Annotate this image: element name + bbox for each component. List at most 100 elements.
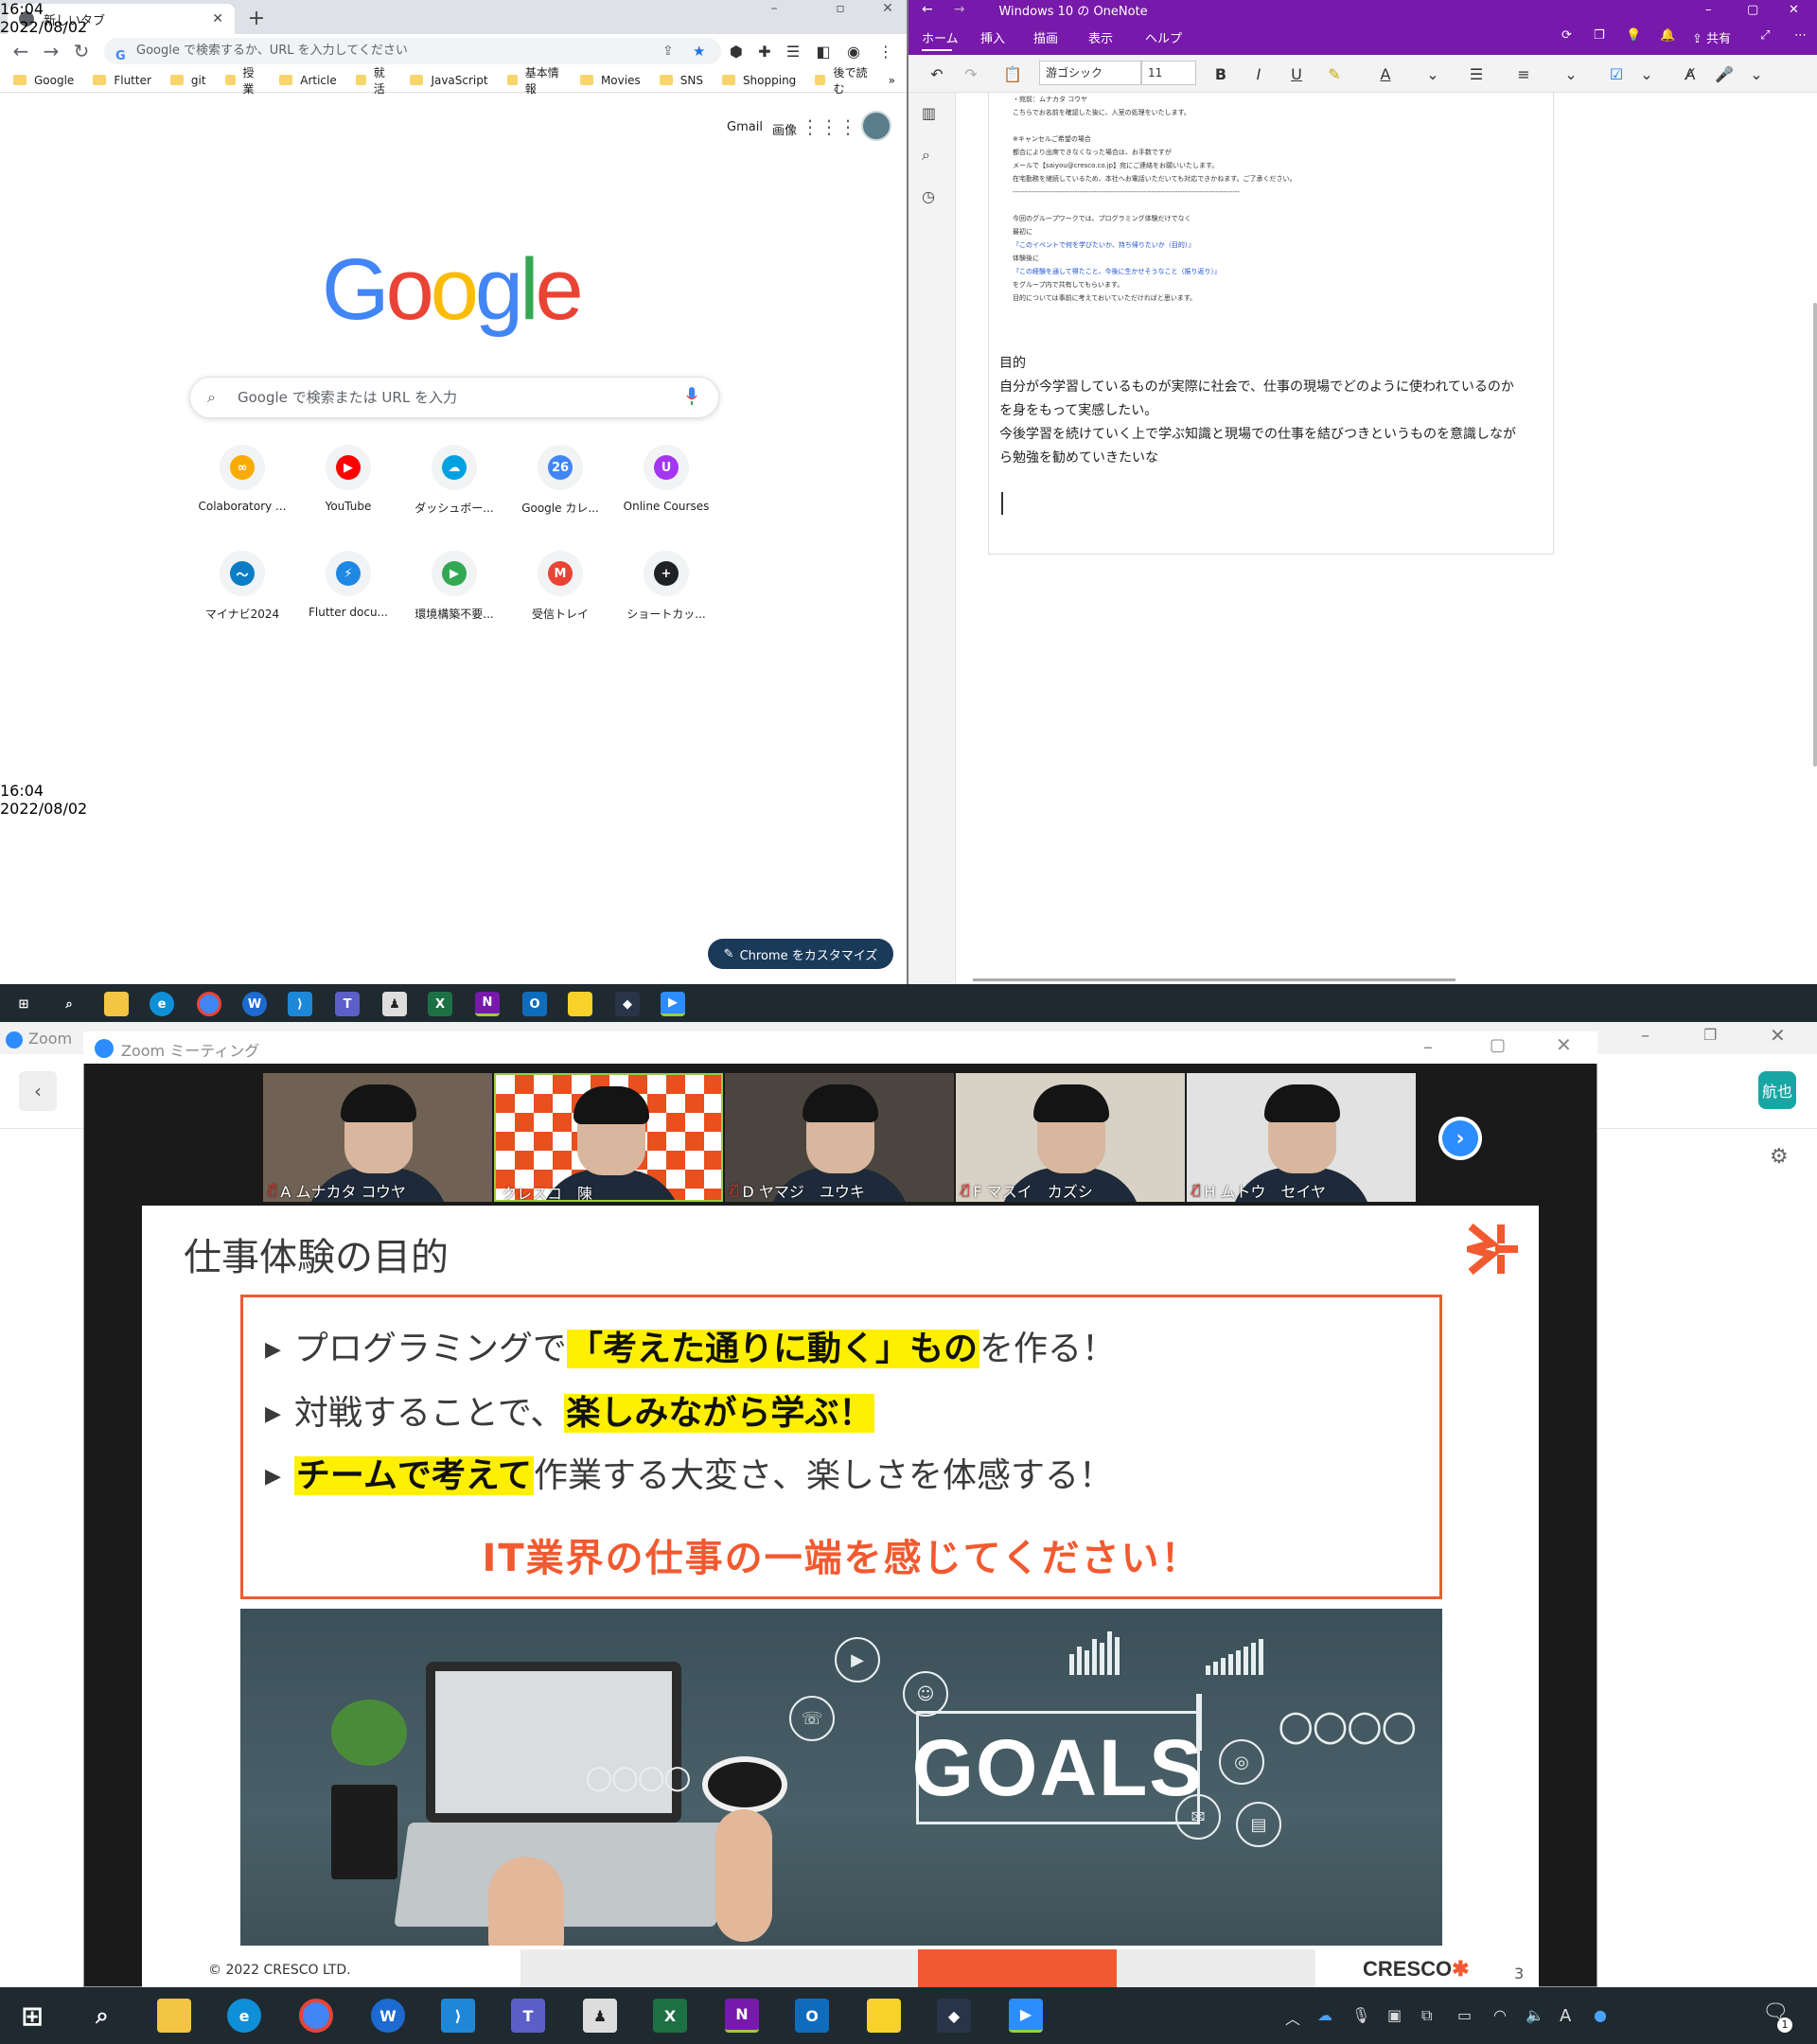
font-color-icon[interactable]: A (1372, 61, 1399, 87)
font-size-select[interactable]: 11 (1141, 61, 1196, 85)
excel-icon[interactable]: X (428, 992, 452, 1016)
note-body[interactable]: 目的 自分が今学習しているものが実際に社会で、仕事の現場でどのように使われている… (999, 352, 1544, 470)
app-icon[interactable]: ◆ (937, 1999, 971, 2033)
app-icon[interactable]: W (242, 992, 267, 1016)
participant-video[interactable]: 🎙̸ D ヤマジ ユウキ (725, 1073, 954, 1202)
apps-grid-icon[interactable]: ⋮⋮⋮ (801, 115, 857, 138)
app-tray-icon[interactable]: ● (1594, 2006, 1607, 2024)
highlight-icon[interactable]: ✎ (1321, 61, 1348, 87)
bookmark-item[interactable]: 就活 (355, 64, 392, 97)
address-bar[interactable]: G Google で検索するか、URL を入力してください ⇪ ★ (104, 38, 721, 64)
taskbar-clock[interactable]: 16:04 2022/08/02 (0, 0, 87, 36)
shortcut-tile[interactable]: ▶ YouTube (295, 445, 401, 536)
forward-icon[interactable]: → (38, 38, 64, 64)
sync-icon[interactable]: ⟳ (1561, 28, 1572, 43)
pages-icon[interactable]: ❐ (1594, 28, 1605, 43)
user-avatar[interactable]: 航也 (1758, 1071, 1796, 1109)
back-icon[interactable]: ‹ (19, 1071, 57, 1111)
onedrive-icon[interactable]: ☁ (1317, 2006, 1332, 2024)
close-icon[interactable]: ✕ (869, 0, 907, 17)
bookmark-item[interactable]: SNS (659, 74, 703, 87)
next-participants-button[interactable]: › (1438, 1117, 1482, 1160)
ime-indicator[interactable]: A (1560, 2006, 1571, 2026)
volume-icon[interactable]: 🔈 (1526, 2006, 1544, 2024)
bookmark-item[interactable]: 基本情報 (506, 64, 561, 97)
notebooks-icon[interactable]: ▥ (922, 104, 936, 122)
shortcut-tile[interactable]: 26 Google カレ... (507, 445, 613, 536)
back-icon[interactable]: ← (8, 38, 34, 64)
wifi-icon[interactable]: ◠ (1493, 2006, 1507, 2024)
minimize-icon[interactable]: – (1705, 3, 1712, 17)
tab-close-icon[interactable]: ✕ (212, 11, 223, 26)
search-icon[interactable]: ⌕ (922, 146, 930, 165)
close-icon[interactable]: ✕ (1770, 1024, 1786, 1047)
search-icon[interactable]: ⌕ (57, 992, 81, 1016)
shortcut-tile[interactable]: U Online Courses (613, 445, 719, 536)
shortcut-tile[interactable]: M 受信トレイ (507, 551, 613, 642)
bookmark-item[interactable]: Movies (579, 74, 641, 87)
bold-icon[interactable]: B (1208, 61, 1234, 87)
microphone-icon[interactable]: 🎙 (1351, 2006, 1370, 2024)
bookmark-item[interactable]: Google (13, 74, 74, 87)
bookmark-item[interactable]: Flutter (93, 74, 151, 87)
battery-icon[interactable]: ▭ (1457, 2006, 1472, 2024)
file-explorer-icon[interactable] (104, 992, 129, 1016)
customize-chrome-button[interactable]: ✎ Chrome をカスタマイズ (708, 939, 893, 969)
vscode-icon[interactable]: ⟩ (288, 992, 312, 1016)
images-link[interactable]: 画像 (772, 120, 797, 138)
menu-tab[interactable]: ホーム (922, 28, 959, 46)
bookmark-item[interactable]: 後で読む (815, 64, 869, 97)
menu-tab[interactable]: 挿入 (980, 28, 1005, 46)
outlook-icon[interactable]: O (522, 992, 547, 1016)
sticky-notes-icon[interactable] (568, 992, 592, 1016)
chevron-up-icon[interactable]: ︿ (1285, 2006, 1300, 2029)
maximize-icon[interactable]: ▫ (821, 0, 859, 17)
styles-icon[interactable]: A̸ (1677, 61, 1703, 87)
participant-video[interactable]: 🎙̸ H ムトウ セイヤ (1187, 1073, 1416, 1202)
windows-start-icon[interactable]: ⊞ (11, 992, 36, 1016)
onenote-icon[interactable]: N (725, 1999, 759, 2033)
recent-icon[interactable]: ◷ (922, 187, 935, 205)
reading-list-icon[interactable]: ☰ (782, 40, 804, 62)
menu-tab[interactable]: 描画 (1033, 28, 1058, 46)
extension-shield-icon[interactable]: ⬢ (725, 40, 748, 62)
shortcut-tile[interactable]: ▶ 環境構築不要... (401, 551, 507, 642)
dictate-icon[interactable]: 🎤 (1711, 61, 1738, 87)
chrome-icon[interactable] (299, 1999, 333, 2033)
italic-icon[interactable]: I (1245, 61, 1272, 87)
menu-tab[interactable]: ヘルプ (1145, 28, 1182, 46)
chrome-icon[interactable] (197, 992, 221, 1016)
participant-video[interactable]: クレスコ 陳 (494, 1073, 723, 1202)
participant-video[interactable]: 🎙̸ A ムナカタ コウヤ (263, 1073, 492, 1202)
bell-icon[interactable]: 🔔 (1660, 28, 1675, 43)
file-explorer-icon[interactable] (157, 1999, 191, 2033)
minimize-icon[interactable]: – (1423, 1035, 1433, 1058)
outlook-icon[interactable]: O (795, 1999, 829, 2033)
close-icon[interactable]: ✕ (1789, 3, 1799, 17)
account-avatar[interactable] (861, 111, 891, 141)
app-icon[interactable]: ♟ (382, 992, 407, 1016)
gmail-link[interactable]: Gmail (727, 120, 763, 134)
teams-icon[interactable]: T (511, 1999, 545, 2033)
new-tab-button[interactable]: + (244, 6, 269, 30)
reload-icon[interactable]: ↻ (68, 38, 95, 64)
maximize-icon[interactable]: ▢ (1490, 1035, 1506, 1055)
bookmarks-overflow-icon[interactable]: » (889, 74, 895, 87)
clipboard-icon[interactable]: 📋 (999, 61, 1026, 87)
chevron-down-icon[interactable]: ⌄ (1633, 61, 1660, 87)
menu-kebab-icon[interactable]: ⋮ (874, 40, 897, 62)
settings-gear-icon[interactable]: ⚙ (1770, 1145, 1789, 1169)
shortcut-tile[interactable]: + ショートカッ... (613, 551, 719, 642)
search-icon[interactable]: ⌕ (85, 1999, 119, 2033)
bookmark-star-icon[interactable]: ★ (693, 38, 705, 64)
shortcut-tile[interactable]: ☁ ダッシュボー... (401, 445, 507, 536)
shortcut-tile[interactable]: 〜マイナビ2024 (189, 551, 295, 642)
share-button[interactable]: ⇪ 共有 (1692, 28, 1731, 46)
more-icon[interactable]: ⋯ (1794, 28, 1807, 43)
bookmark-item[interactable]: Article (279, 74, 337, 87)
teams-icon[interactable]: T (335, 992, 360, 1016)
bookmark-item[interactable]: Shopping (721, 74, 796, 87)
app-icon[interactable]: ◆ (615, 992, 640, 1016)
taskbar-clock[interactable]: 16:04 2022/08/02 (0, 782, 87, 818)
bookmark-item[interactable]: 授業 (224, 64, 261, 97)
